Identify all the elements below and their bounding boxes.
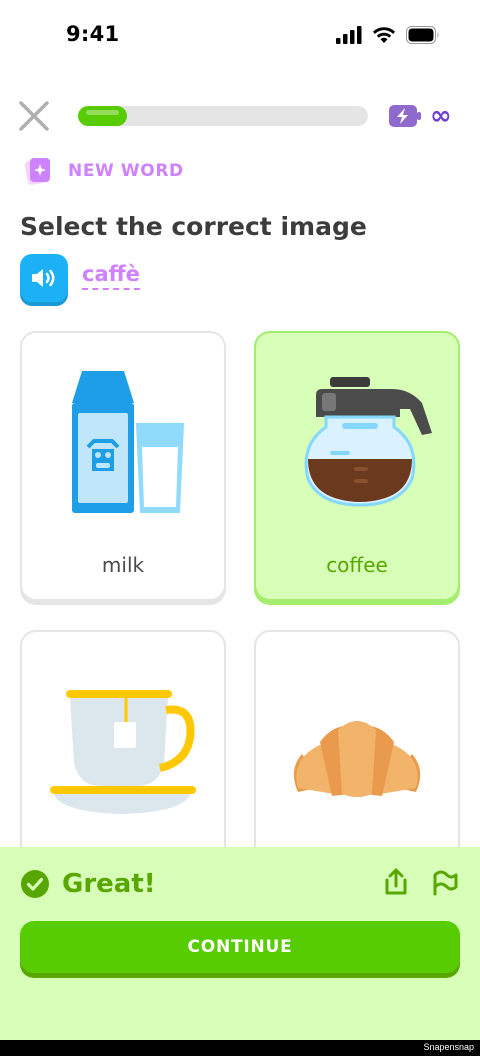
croissant-image bbox=[256, 662, 458, 822]
close-icon bbox=[19, 101, 49, 131]
coffee-pot-icon bbox=[304, 377, 432, 507]
milk-icon bbox=[72, 371, 184, 513]
speaker-icon bbox=[32, 269, 55, 287]
option-label: milk bbox=[101, 553, 145, 577]
new-word-icon bbox=[24, 158, 50, 185]
new-word-label: NEW WORD bbox=[68, 161, 184, 181]
watermark-bar: Snapensnap bbox=[0, 1040, 480, 1056]
croissant-icon bbox=[293, 721, 421, 797]
feedback-text: Great! bbox=[62, 869, 156, 899]
prompt-title: Select the correct image bbox=[20, 212, 367, 241]
option-label: coffee bbox=[326, 553, 388, 577]
tea-image bbox=[22, 662, 224, 822]
share-button[interactable] bbox=[382, 867, 410, 901]
play-audio-button[interactable] bbox=[20, 254, 68, 302]
new-word-badge: NEW WORD bbox=[24, 156, 184, 186]
milk-image bbox=[22, 363, 224, 523]
tea-cup-icon bbox=[50, 690, 196, 814]
report-button[interactable] bbox=[430, 867, 460, 901]
lesson-header: ∞ bbox=[0, 98, 480, 138]
audio-prompt: caffè bbox=[20, 254, 140, 302]
close-button[interactable] bbox=[16, 98, 52, 134]
option-card-milk[interactable]: milk bbox=[20, 331, 226, 601]
battery-icon bbox=[406, 26, 439, 44]
energy-infinite-value: ∞ bbox=[430, 101, 452, 131]
feedback-panel: Great! CONTINUE bbox=[0, 847, 480, 1040]
continue-button[interactable]: CONTINUE bbox=[20, 921, 460, 973]
signal-icon bbox=[336, 26, 362, 44]
flag-icon bbox=[433, 870, 458, 896]
progress-fill bbox=[78, 106, 128, 126]
feedback-status: Great! bbox=[20, 869, 156, 899]
status-time: 9:41 bbox=[66, 22, 120, 46]
energy-indicator[interactable]: ∞ bbox=[388, 101, 452, 131]
progress-bar bbox=[78, 106, 368, 126]
wifi-icon bbox=[373, 27, 395, 43]
prompt-word[interactable]: caffè bbox=[82, 262, 140, 290]
energy-battery-icon bbox=[389, 105, 421, 127]
watermark: Snapensnap bbox=[423, 1042, 474, 1052]
status-bar: 9:41 bbox=[0, 0, 480, 72]
coffee-image bbox=[256, 363, 458, 523]
check-circle-icon bbox=[21, 870, 49, 898]
share-icon bbox=[385, 868, 407, 895]
status-icons bbox=[336, 26, 440, 44]
option-card-coffee[interactable]: coffee bbox=[254, 331, 460, 601]
